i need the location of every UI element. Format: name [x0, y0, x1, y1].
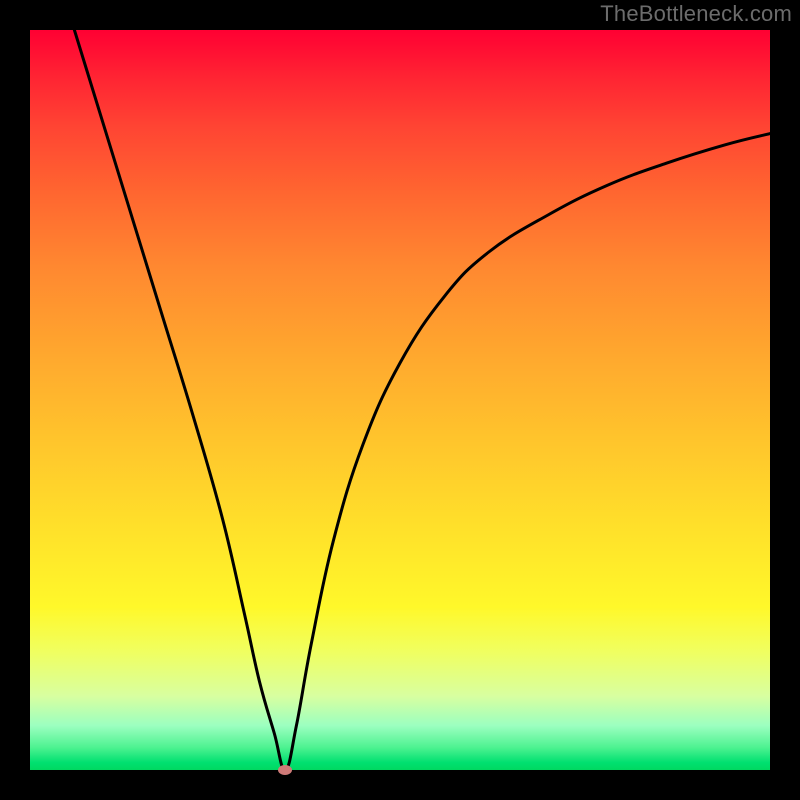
optimal-point-marker	[278, 765, 292, 775]
bottleneck-curve	[30, 30, 770, 770]
watermark-text: TheBottleneck.com	[600, 1, 792, 27]
plot-area	[30, 30, 770, 770]
chart-container: TheBottleneck.com	[0, 0, 800, 800]
